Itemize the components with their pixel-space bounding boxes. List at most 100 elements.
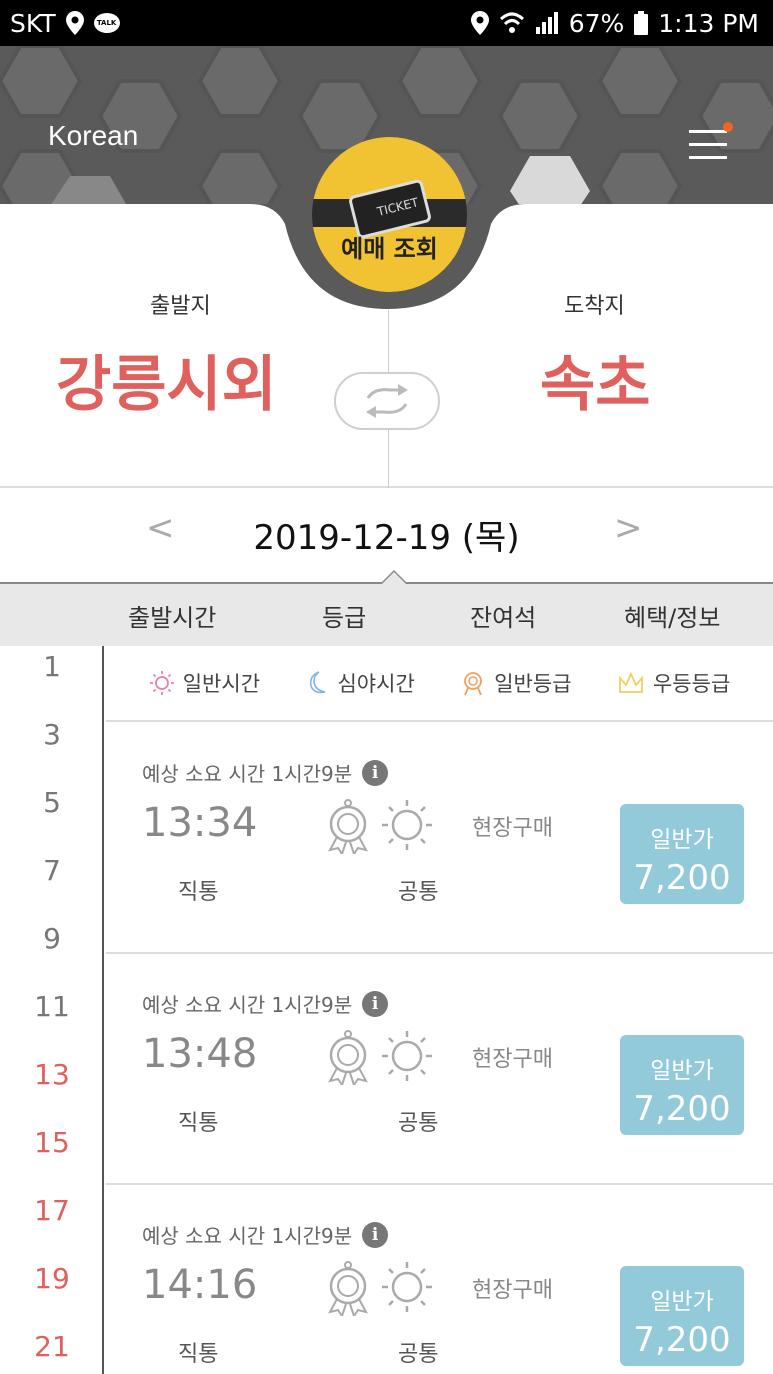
legend-label: 일반등급 [494, 672, 572, 696]
hour-item[interactable]: 19 [0, 1262, 104, 1295]
grade-icons [324, 1260, 434, 1316]
legend: 일반시간 심야시간 일반등급 우등등급 [106, 646, 773, 722]
sun-icon [382, 800, 432, 850]
legend-item: 일반시간 [149, 668, 260, 698]
hour-item[interactable]: 5 [0, 786, 104, 819]
status-bar-left: SKT TALK [10, 0, 120, 46]
status-bar: SKT TALK 67% 1:13 PM [0, 0, 773, 46]
column-benefit-info[interactable]: 혜택/정보 [624, 598, 720, 633]
location-icon [65, 11, 84, 35]
departure-city[interactable]: 강릉시외 [56, 336, 277, 423]
arrival-label: 도착지 [564, 294, 625, 319]
date-pointer [380, 570, 408, 584]
hour-item[interactable]: 9 [0, 922, 104, 955]
purchase-type: 현장구매 [472, 1278, 553, 1303]
grade-label: 공통 [398, 1342, 439, 1367]
next-date-button[interactable]: > [614, 508, 643, 548]
route-type: 직통 [178, 1111, 219, 1136]
legend-item: 우등등급 [617, 668, 730, 698]
price-type: 일반가 [650, 1058, 714, 1084]
sun-icon [382, 1262, 432, 1312]
menu-line [689, 143, 727, 146]
legend-label: 심야시간 [337, 672, 415, 696]
legend-item: 일반등급 [460, 668, 572, 698]
battery-icon [634, 11, 649, 35]
medal-icon [464, 672, 483, 696]
hour-item[interactable]: 11 [0, 990, 104, 1023]
price-value: 7,200 [633, 1089, 731, 1129]
signal-icon [535, 12, 558, 34]
duration-text: 예상 소요 시간 1시간9분 [142, 993, 353, 1017]
kakaotalk-icon: TALK [93, 13, 120, 33]
medal-icon [328, 1261, 368, 1316]
menu-line [689, 156, 727, 159]
date-selector: < 2019-12-19 (목) > [0, 488, 773, 584]
info-icon[interactable]: i [362, 1221, 389, 1248]
schedule-card[interactable]: 예상 소요 시간 1시간9분 i 14:16 직통 공통 현장구매 일반가 7,… [106, 1186, 773, 1374]
grade-icons [324, 1029, 434, 1085]
hour-item[interactable]: 3 [0, 718, 104, 751]
column-grade[interactable]: 등급 [322, 598, 366, 633]
purchase-type: 현장구매 [472, 816, 553, 841]
ticket-lookup-button[interactable]: TICKET 예매 조회 [312, 137, 467, 292]
hour-item[interactable]: 7 [0, 854, 104, 887]
departure-time: 13:48 [142, 1031, 258, 1077]
hour-item[interactable]: 13 [0, 1058, 104, 1091]
sun-icon [382, 1031, 432, 1081]
carrier-name: SKT [10, 8, 56, 38]
hour-item[interactable]: 17 [0, 1194, 104, 1227]
selected-date[interactable]: 2019-12-19 (목) [0, 510, 773, 559]
price-button[interactable]: 일반가 7,200 [620, 1266, 744, 1366]
duration-text: 예상 소요 시간 1시간9분 [142, 1224, 353, 1248]
route-type: 직통 [178, 880, 219, 905]
language-selector[interactable]: Korean [48, 120, 138, 152]
menu-line [689, 130, 727, 133]
arrival-city[interactable]: 속초 [540, 336, 650, 423]
grade-icons [324, 798, 434, 854]
menu-button[interactable] [689, 122, 733, 162]
price-type: 일반가 [650, 827, 714, 853]
column-headers: 출발시간 등급 잔여석 혜택/정보 [0, 584, 773, 646]
grade-label: 공통 [398, 880, 439, 905]
schedule-card[interactable]: 예상 소요 시간 1시간9분 i 13:48 직통 공통 현장구매 일반가 7,… [106, 955, 773, 1185]
swap-icon [366, 384, 408, 418]
medal-icon [328, 1030, 368, 1085]
status-bar-right: 67% 1:13 PM [470, 0, 759, 46]
clock: 1:13 PM [658, 8, 759, 38]
purchase-type: 현장구매 [472, 1047, 553, 1072]
price-type: 일반가 [650, 1289, 714, 1315]
wifi-icon [499, 12, 524, 33]
departure-label: 출발지 [150, 294, 211, 319]
legend-label: 우등등급 [652, 672, 731, 696]
departure-time: 13:34 [142, 800, 258, 846]
column-departure-time[interactable]: 출발시간 [128, 598, 216, 633]
travel-duration: 예상 소요 시간 1시간9분 i [142, 1220, 389, 1249]
swap-route-button[interactable] [334, 372, 440, 430]
price-value: 7,200 [633, 1320, 731, 1360]
hour-item[interactable]: 21 [0, 1330, 104, 1363]
schedule-card[interactable]: 예상 소요 시간 1시간9분 i 13:34 직통 공통 현장구매 일반가 7,… [106, 724, 773, 954]
crown-icon [619, 671, 643, 693]
battery-percent: 67% [568, 8, 625, 38]
moon-icon [310, 671, 326, 694]
ticket-lookup-label: 예매 조회 [341, 235, 438, 263]
travel-duration: 예상 소요 시간 1시간9분 i [142, 989, 389, 1018]
notification-dot [723, 122, 733, 132]
info-icon[interactable]: i [362, 990, 389, 1017]
route-type: 직통 [178, 1342, 219, 1367]
hour-item[interactable]: 1 [0, 650, 104, 683]
hour-item[interactable]: 15 [0, 1126, 104, 1159]
travel-duration: 예상 소요 시간 1시간9분 i [142, 758, 389, 787]
hour-sidebar: 1 3 5 7 9 11 13 15 17 19 21 [0, 646, 104, 1374]
price-value: 7,200 [633, 858, 731, 898]
price-button[interactable]: 일반가 7,200 [620, 1035, 744, 1135]
price-button[interactable]: 일반가 7,200 [620, 804, 744, 904]
duration-text: 예상 소요 시간 1시간9분 [142, 762, 353, 786]
legend-item: 심야시간 [305, 668, 415, 698]
column-seats[interactable]: 잔여석 [470, 598, 536, 633]
legend-label: 일반시간 [182, 672, 261, 696]
departure-time: 14:16 [142, 1262, 258, 1308]
sun-icon [149, 671, 174, 695]
info-icon[interactable]: i [362, 759, 389, 786]
location-icon [470, 11, 489, 35]
